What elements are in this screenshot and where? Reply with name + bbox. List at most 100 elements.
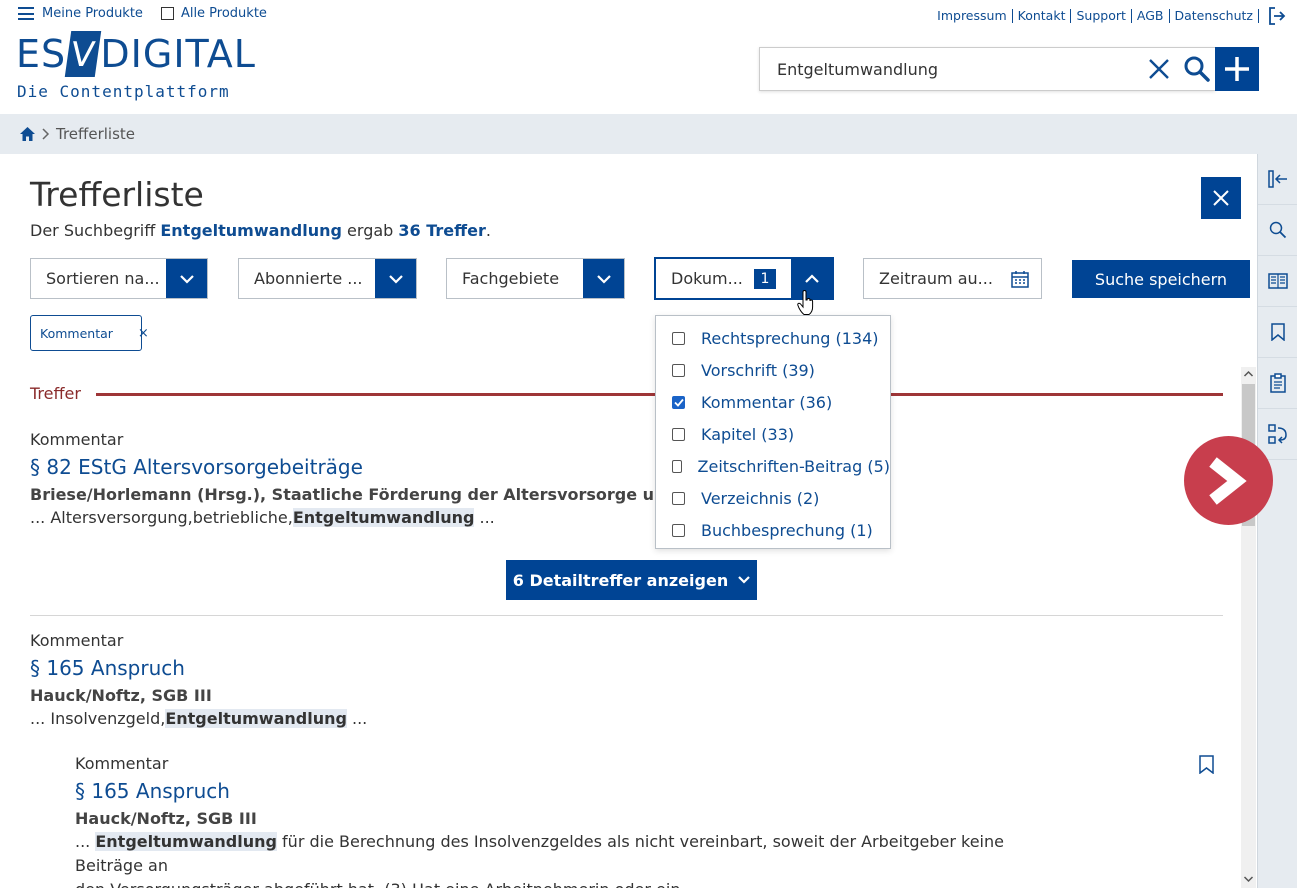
sidebar-history-button[interactable] [1258,409,1297,460]
timerange-dropdown[interactable]: Zeitraum au... [863,258,1042,299]
option-label: Rechtsprechung (134) [701,328,879,348]
sort-dropdown[interactable]: Sortieren na... [30,258,208,299]
book-icon [1268,273,1288,289]
result-divider [30,615,1223,616]
snippet-highlight: Entgeltumwandlung [292,508,475,527]
checkbox[interactable] [672,331,685,345]
fields-dropdown[interactable]: Fachgebiete [446,258,625,299]
result-snippet: ... Altersversorgung,betriebliche,Entgel… [30,506,495,530]
all-products-checkbox[interactable] [160,7,174,20]
chevron-right-icon [1208,456,1247,505]
option-label: Vorschrift (39) [701,360,815,380]
hand-cursor-icon [797,290,814,315]
save-search-button[interactable]: Suche speichern [1072,260,1250,298]
esv-digital-logo[interactable]: ES V DIGITAL Die Contentplattform [16,30,255,106]
collapse-icon [1268,170,1287,188]
remove-filter-icon[interactable]: × [138,326,149,341]
sidebar-bookmark-button[interactable] [1258,307,1297,358]
snippet-highlight: Entgeltumwandlung [165,709,347,728]
check-icon [673,398,684,407]
snippet-highlight: Entgeltumwandlung [95,832,277,851]
snippet-text: ... [346,709,368,728]
doctype-option-kapitel[interactable]: Kapitel (33) [656,418,890,450]
doctype-option-zeitschriften[interactable]: Zeitschriften-Beitrag (5) [656,450,890,482]
checkbox[interactable] [672,491,685,505]
sidebar-clipboard-button[interactable] [1258,358,1297,409]
support-link[interactable]: Support [1071,9,1132,23]
chevron-down-icon [738,576,750,584]
breadcrumb-current: Trefferliste [56,125,136,143]
chevron-right-icon [42,128,50,140]
my-products-link[interactable]: Meine Produkte [42,6,143,21]
kontakt-link[interactable]: Kontakt [1013,9,1072,23]
close-icon [1213,190,1229,206]
impressum-link[interactable]: Impressum [937,9,1013,23]
option-label: Zeitschriften-Beitrag (5) [697,456,890,476]
doctype-option-buchbesprechung[interactable]: Buchbesprechung (1) [656,514,890,546]
doctype-option-kommentar[interactable]: Kommentar (36) [656,386,890,418]
bookmark-icon[interactable] [1199,755,1214,774]
timerange-dropdown-label: Zeitraum au... [879,269,993,288]
active-filter-chip: Kommentar × [30,315,149,351]
top-left-nav: Meine Produkte Alle Produkte [18,6,267,21]
checkbox-checked[interactable] [672,395,685,409]
collapse-sidebar-button[interactable] [1258,154,1297,205]
summary-post: . [485,221,491,240]
logo-subtitle: Die Contentplattform [17,82,230,101]
doctype-option-rechtsprechung[interactable]: Rechtsprechung (134) [656,322,890,354]
next-arrow-button[interactable] [1184,436,1273,525]
doctype-option-verzeichnis[interactable]: Verzeichnis (2) [656,482,890,514]
breadcrumb: Trefferliste [0,114,1297,154]
scroll-up-icon[interactable] [1243,369,1254,379]
snippet-text: den Versorgungsträger abgeführt hat. (3)… [75,880,701,888]
agb-link[interactable]: AGB [1132,9,1170,23]
checkbox[interactable] [672,523,685,537]
clear-search-icon[interactable] [1147,57,1171,81]
checkbox[interactable] [672,363,685,377]
doctype-options-panel: Rechtsprechung (134) Vorschrift (39) Kom… [655,315,891,549]
result-title-link[interactable]: § 82 EStG Altersvorsorgebeiträge [30,455,363,479]
chevron-down-icon [375,259,416,298]
home-icon[interactable] [19,126,36,142]
close-button[interactable] [1201,177,1241,219]
option-label: Kommentar (36) [701,392,833,412]
result-type: Kommentar [30,430,124,449]
summary-mid: ergab [341,221,399,240]
result-title-link[interactable]: § 165 Anspruch [30,656,185,680]
subscribed-dropdown[interactable]: Abonnierte ... [238,258,417,299]
chevron-down-icon [166,259,207,298]
search-input-value: Entgeltumwandlung [777,59,939,79]
doctype-option-vorschrift[interactable]: Vorschrift (39) [656,354,890,386]
summary-term: Entgeltumwandlung [160,221,342,240]
result-author: Hauck/Noftz, SGB III [30,686,212,705]
scroll-down-icon[interactable] [1243,874,1254,884]
option-label: Kapitel (33) [701,424,795,444]
top-right-nav: Impressum Kontakt Support AGB Datenschut… [937,6,1287,26]
snippet-text: ... Insolvenzgeld, [30,709,166,728]
search-icon[interactable] [1183,55,1211,83]
history-icon [1268,424,1287,444]
add-button[interactable] [1215,47,1259,91]
sort-dropdown-label: Sortieren na... [46,269,160,288]
logo-digital: DIGITAL [100,32,256,76]
logout-icon[interactable] [1267,6,1287,26]
plus-icon [1225,57,1249,81]
sub-result-title-link[interactable]: § 165 Anspruch [75,779,230,803]
all-products-label[interactable]: Alle Produkte [181,6,267,21]
datenschutz-link[interactable]: Datenschutz [1170,9,1259,23]
sub-result-author: Hauck/Noftz, SGB III [75,809,257,828]
summary-count: 36 Treffer [398,221,486,240]
checkbox[interactable] [672,459,682,473]
sidebar-search-button[interactable] [1258,205,1297,256]
menu-icon[interactable] [18,7,34,20]
snippet-text: ... [474,508,495,527]
option-label: Buchbesprechung (1) [701,520,873,540]
option-label: Verzeichnis (2) [701,488,820,508]
page-title: Trefferliste [30,175,204,214]
sub-result-snippet: ... Entgeltumwandlung für die Berechnung… [75,830,1035,888]
sidebar-reader-button[interactable] [1258,256,1297,307]
show-detail-hits-button[interactable]: 6 Detailtreffer anzeigen [506,560,757,600]
checkbox[interactable] [672,427,685,441]
snippet-text: ... Altersversorgung,betriebliche, [30,508,293,527]
doctype-dropdown-label: Dokum... [671,269,743,288]
